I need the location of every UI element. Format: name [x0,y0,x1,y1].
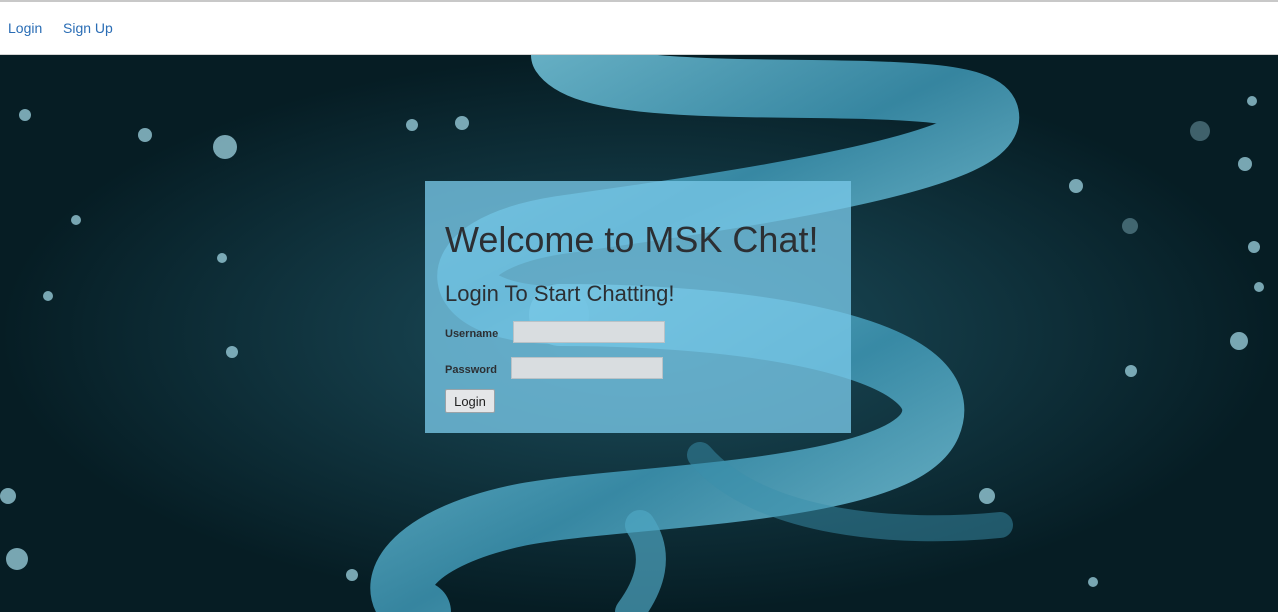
hero-background: Welcome to MSK Chat! Login To Start Chat… [0,55,1278,612]
nav-signup-link[interactable]: Sign Up [63,20,113,36]
welcome-title: Welcome to MSK Chat! [445,219,819,260]
login-subtitle: Login To Start Chatting! [445,281,675,306]
nav-login-link[interactable]: Login [8,20,42,36]
login-submit-button[interactable]: Login [445,389,495,413]
password-label: Password [445,364,497,376]
password-input[interactable] [511,357,663,379]
top-navbar: Login Sign Up [0,2,1278,55]
login-card: Welcome to MSK Chat! Login To Start Chat… [425,181,851,433]
username-label: Username [445,328,499,340]
username-input[interactable] [513,321,665,343]
page: Login Sign Up Welcome to MSK Chat! Login… [0,0,1278,612]
